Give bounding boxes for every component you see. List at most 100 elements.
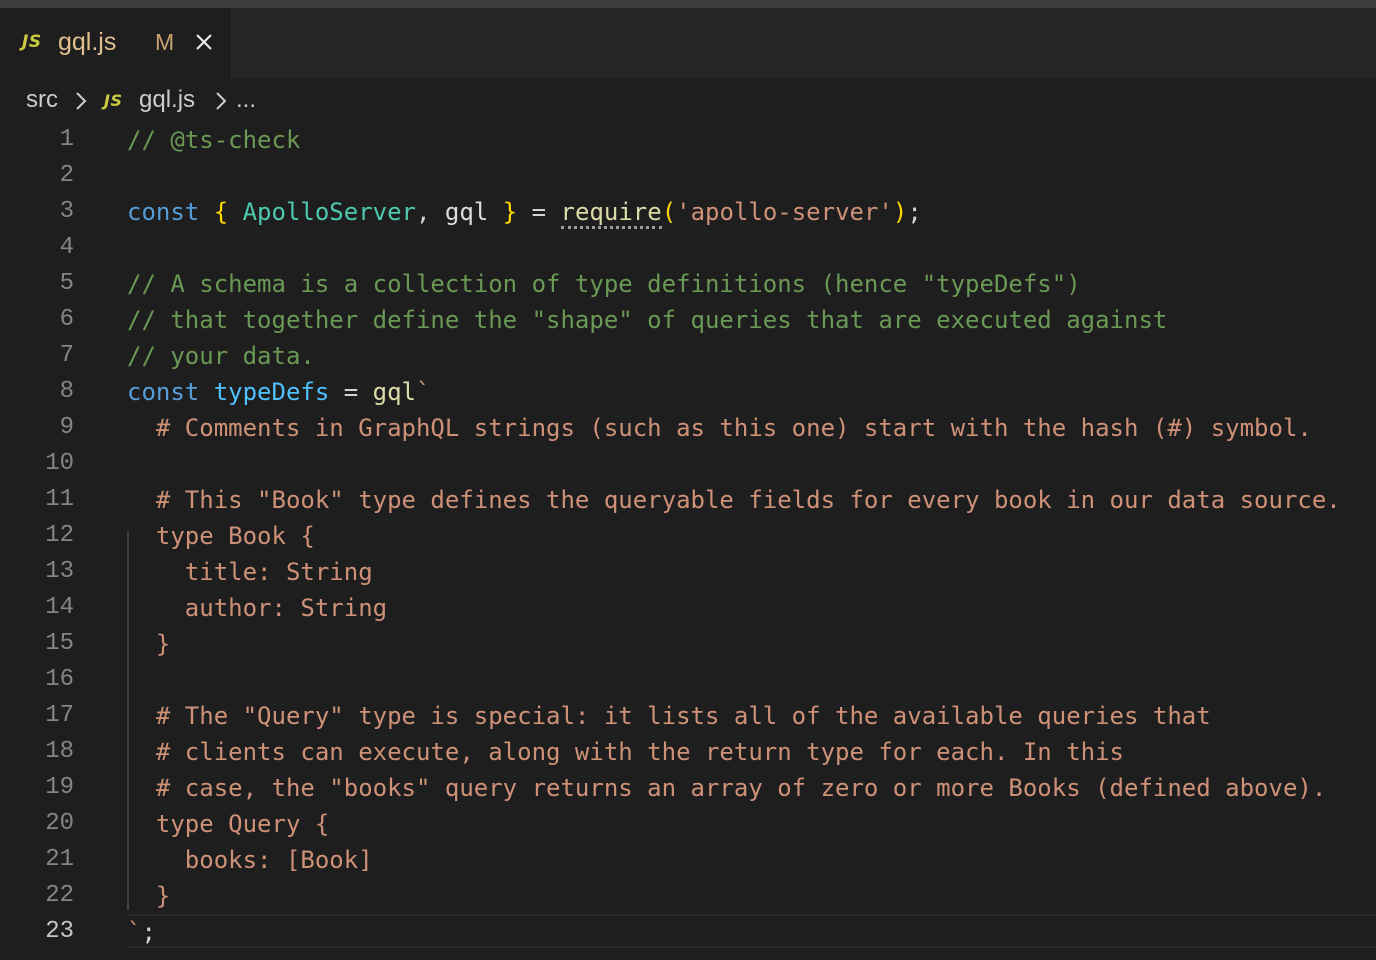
code-line: 9 # Comments in GraphQL strings (such as… [0,410,1376,446]
function-token: require [560,198,662,229]
line-number: 19 [45,774,74,801]
code-text: const { ApolloServer, gql } = require('a… [127,198,922,229]
breadcrumb-file[interactable]: gql.js [139,86,195,114]
modified-indicator: M [155,29,175,55]
code-comment: // that together define the "shape" of q… [127,306,1168,334]
javascript-file-icon: JS [104,91,123,110]
code-line: 10 [0,446,1376,482]
code-line: 22 } [0,878,1376,914]
line-number: 8 [59,378,74,405]
breadcrumb: src JS gql.js ... [0,78,1376,122]
line-number: 1 [59,126,74,153]
code-line: 13 title: String [0,554,1376,590]
code-line: 20 type Query { [0,806,1376,842]
line-number: 20 [45,810,74,837]
line-number: 5 [59,270,74,297]
title-bar-strip [0,0,1376,8]
identifier-token: typeDefs [213,378,330,406]
line-number: 14 [45,594,74,621]
code-string: type Query { [127,810,330,838]
code-line: 17 # The "Query" type is special: it lis… [0,698,1376,734]
line-number: 16 [45,666,74,693]
chevron-right-icon [74,90,88,110]
string-token: ` [127,918,142,946]
code-line: 21 books: [Book] [0,842,1376,878]
tab-bar: JS gql.js M [0,8,1376,78]
code-comment: // @ts-check [127,126,301,154]
line-number: 21 [45,846,74,873]
code-string: } [127,630,171,658]
code-line: 7 // your data. [0,338,1376,374]
code-line-current: 23 `; [0,914,1376,950]
code-line: 16 [0,662,1376,698]
code-text: const typeDefs = gql` [127,378,430,406]
line-number: 23 [45,918,74,945]
code-line: 14 author: String [0,590,1376,626]
code-string: title: String [127,558,373,586]
code-text: `; [127,918,156,946]
chevron-right-icon [214,90,228,110]
code-line: 3 const { ApolloServer, gql } = require(… [0,194,1376,230]
operator-token: = [531,198,547,226]
code-string: # This "Book" type defines the queryable… [127,486,1341,514]
tab-gql-js[interactable]: JS gql.js M [0,8,232,78]
function-token: gql [372,378,417,406]
identifier-token: ApolloServer [242,198,416,226]
line-number: 22 [45,882,74,909]
code-line: 2 [0,158,1376,194]
line-number: 7 [59,342,74,369]
string-token: 'apollo-server' [676,198,893,226]
keyword-token: const [127,198,200,226]
code-string: # clients can execute, along with the re… [127,738,1124,766]
paren-token: ( [661,198,677,226]
breadcrumb-folder-src[interactable]: src [26,86,58,114]
line-number: 6 [59,306,74,333]
punct-token: ; [907,198,922,226]
code-string: # The "Query" type is special: it lists … [127,702,1211,730]
code-string: # Comments in GraphQL strings (such as t… [127,414,1312,442]
line-number: 4 [59,234,74,261]
editor-window: JS gql.js M src JS gql.js ... 1 // @ts-c… [0,0,1376,960]
code-string: books: [Book] [127,846,373,874]
tab-filename: gql.js [58,28,117,56]
code-comment: // A schema is a collection of type defi… [127,270,1081,298]
code-string: } [127,882,171,910]
punct-token: ; [141,918,156,946]
line-number: 12 [45,522,74,549]
code-comment: // your data. [127,342,315,370]
breadcrumb-symbols[interactable]: ... [236,86,256,114]
code-string: # case, the "books" query returns an arr… [127,774,1327,802]
code-line: 19 # case, the "books" query returns an … [0,770,1376,806]
line-number: 10 [45,450,74,477]
javascript-file-icon: JS [22,32,42,52]
close-icon[interactable] [192,30,216,54]
operator-token: = [343,378,359,406]
code-string: type Book { [127,522,315,550]
code-line: 11 # This "Book" type defines the querya… [0,482,1376,518]
code-editor[interactable]: 1 // @ts-check 2 3 const { ApolloServer,… [0,122,1376,960]
punct-token: , [416,198,431,226]
code-line: 5 // A schema is a collection of type de… [0,266,1376,302]
string-token: ` [416,378,431,406]
brace-token: } [502,198,518,226]
line-number: 9 [59,414,74,441]
line-number: 17 [45,702,74,729]
line-number: 15 [45,630,74,657]
code-line: 1 // @ts-check [0,122,1376,158]
identifier-token: gql [444,198,489,226]
line-number: 11 [45,486,74,513]
code-line: 15 } [0,626,1376,662]
line-number: 13 [45,558,74,585]
line-number: 2 [59,162,74,189]
line-number: 3 [59,198,74,225]
code-line: 4 [0,230,1376,266]
code-line: 18 # clients can execute, along with the… [0,734,1376,770]
code-line: 12 type Book { [0,518,1376,554]
current-line-highlight [127,914,1376,948]
line-number: 18 [45,738,74,765]
paren-token: ) [892,198,908,226]
code-string: author: String [127,594,388,622]
code-line: 8 const typeDefs = gql` [0,374,1376,410]
brace-token: { [213,198,229,226]
code-line: 6 // that together define the "shape" of… [0,302,1376,338]
